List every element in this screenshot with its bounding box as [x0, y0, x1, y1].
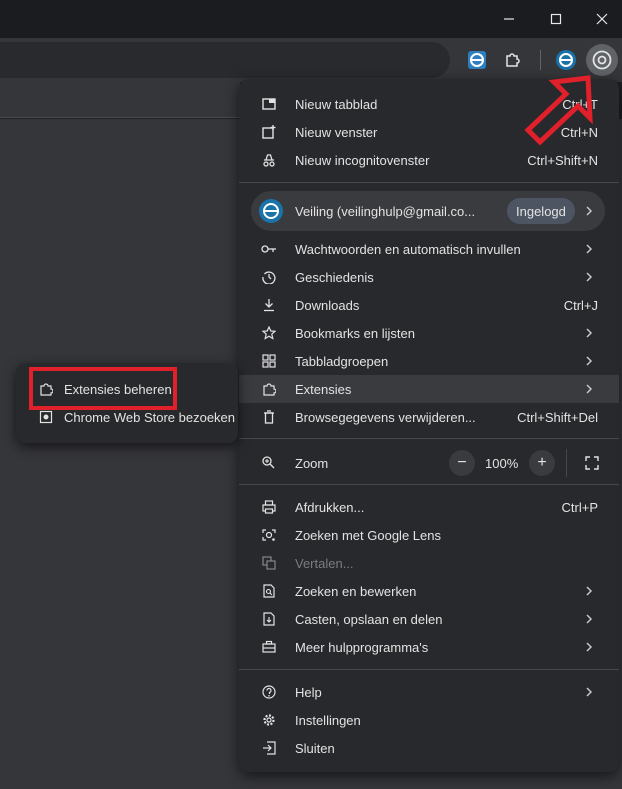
menu-item-label: Meer hulpprogramma's	[295, 640, 429, 655]
chevron-right-icon	[581, 269, 597, 285]
menu-item-downloads[interactable]: Downloads Ctrl+J	[239, 291, 619, 319]
lens-icon	[261, 527, 277, 543]
zoom-separator	[566, 449, 567, 477]
chevron-right-icon	[581, 241, 597, 257]
star-icon	[261, 325, 277, 341]
zoom-level: 100%	[485, 456, 519, 471]
menu-item-more-tools[interactable]: Meer hulpprogramma's	[239, 633, 619, 661]
title-bar	[0, 0, 622, 38]
menu-item-extensions[interactable]: Extensies	[239, 375, 619, 403]
submenu-item-label: Chrome Web Store bezoeken	[64, 410, 236, 425]
profile-name: Veiling (veilinghulp@gmail.co...	[295, 204, 476, 219]
signed-in-badge: Ingelogd	[507, 198, 575, 224]
menu-item-label: Extensies	[295, 382, 352, 397]
menu-item-label: Casten, opslaan en delen	[295, 612, 443, 627]
menu-item-cast-save-share[interactable]: Casten, opslaan en delen	[239, 605, 619, 633]
annotation-arrow-icon	[524, 75, 593, 146]
zoom-row: Zoom − 100% +	[239, 443, 619, 483]
chevron-right-icon	[581, 583, 597, 599]
menu-item-incognito[interactable]: Nieuw incognitovenster Ctrl+Shift+N	[239, 146, 619, 174]
menu-item-label: Geschiedenis	[295, 270, 374, 285]
menu-item-label: Afdrukken...	[295, 500, 365, 515]
new-tab-icon	[261, 96, 277, 112]
chevron-right-icon	[581, 353, 597, 369]
profile-avatar	[259, 199, 283, 223]
cast-icon	[261, 611, 277, 627]
bookmark-bar	[0, 82, 240, 118]
zoom-label: Zoom	[295, 456, 329, 471]
download-icon	[261, 297, 277, 313]
help-icon	[261, 684, 277, 700]
toolbar-separator	[540, 50, 541, 70]
toolbox-icon	[261, 639, 277, 655]
menu-item-label: Bookmarks en lijsten	[295, 326, 415, 341]
menu-item-label: Zoeken met Google Lens	[295, 528, 441, 543]
gear-icon	[261, 712, 277, 728]
close-icon[interactable]	[579, 0, 622, 38]
menu-item-exit[interactable]: Sluiten	[239, 734, 619, 762]
menu-item-translate[interactable]: Vertalen...	[239, 549, 619, 577]
zoom-in-button[interactable]: +	[529, 450, 555, 476]
fullscreen-icon[interactable]	[579, 450, 605, 476]
menu-item-find-edit[interactable]: Zoeken en bewerken	[239, 577, 619, 605]
menu-item-settings[interactable]: Instellingen	[239, 706, 619, 734]
menu-item-label: Browsegegevens verwijderen...	[295, 410, 476, 425]
menu-item-help[interactable]: Help	[239, 678, 619, 706]
highlight-box	[29, 367, 177, 410]
maximize-icon[interactable]	[533, 0, 579, 38]
print-icon	[261, 499, 277, 515]
chevron-right-icon	[581, 203, 597, 219]
menu-separator	[239, 484, 619, 485]
zoom-icon	[261, 455, 275, 472]
web-store-icon	[38, 409, 54, 425]
extension-e-icon[interactable]	[463, 46, 491, 74]
menu-item-label: Help	[295, 685, 322, 700]
zoom-out-button[interactable]: −	[449, 450, 475, 476]
trash-icon	[261, 409, 277, 425]
menu-item-shortcut: Ctrl+P	[561, 500, 598, 515]
menu-item-shortcut: Ctrl+Shift+N	[527, 153, 598, 168]
menu-item-label: Tabbladgroepen	[295, 354, 389, 369]
history-icon	[261, 269, 277, 285]
address-bar[interactable]	[0, 42, 450, 78]
menu-item-label: Instellingen	[295, 713, 361, 728]
exit-icon	[261, 740, 277, 756]
menu-item-label: Wachtwoorden en automatisch invullen	[295, 242, 521, 257]
chrome-menu: Nieuw tabblad Ctrl+T Nieuw venster Ctrl+…	[239, 79, 619, 772]
menu-separator	[239, 438, 619, 439]
translate-icon	[261, 555, 277, 571]
chevron-right-icon	[581, 684, 597, 700]
menu-separator	[239, 669, 619, 670]
menu-item-print[interactable]: Afdrukken... Ctrl+P	[239, 493, 619, 521]
chevron-right-icon	[581, 611, 597, 627]
menu-item-bookmarks[interactable]: Bookmarks en lijsten	[239, 319, 619, 347]
menu-item-label: Zoeken en bewerken	[295, 584, 417, 599]
profile-row[interactable]: Veiling (veilinghulp@gmail.co... Ingelog…	[251, 191, 605, 231]
menu-item-tab-groups[interactable]: Tabbladgroepen	[239, 347, 619, 375]
puzzle-icon	[261, 381, 277, 397]
tab-groups-icon	[261, 353, 277, 369]
new-window-icon	[261, 124, 277, 140]
menu-item-history[interactable]: Geschiedenis	[239, 263, 619, 291]
menu-item-label: Nieuw tabblad	[295, 97, 378, 112]
chevron-right-icon	[581, 381, 597, 397]
menu-separator	[239, 182, 619, 183]
find-icon	[261, 583, 277, 599]
menu-item-passwords[interactable]: Wachtwoorden en automatisch invullen	[239, 235, 619, 263]
chevron-right-icon	[581, 639, 597, 655]
menu-item-shortcut: Ctrl+Shift+Del	[517, 410, 598, 425]
key-icon	[261, 241, 277, 257]
chevron-right-icon	[581, 325, 597, 341]
menu-item-clear-data[interactable]: Browsegegevens verwijderen... Ctrl+Shift…	[239, 403, 619, 431]
minimize-icon[interactable]	[486, 0, 532, 38]
menu-item-label: Vertalen...	[295, 556, 354, 571]
menu-item-label: Sluiten	[295, 741, 335, 756]
menu-item-label: Downloads	[295, 298, 360, 313]
menu-item-label: Nieuw venster	[295, 125, 378, 140]
menu-item-google-lens[interactable]: Zoeken met Google Lens	[239, 521, 619, 549]
incognito-icon	[261, 152, 277, 168]
menu-item-label: Nieuw incognitovenster	[295, 153, 430, 168]
menu-item-shortcut: Ctrl+J	[563, 298, 598, 313]
